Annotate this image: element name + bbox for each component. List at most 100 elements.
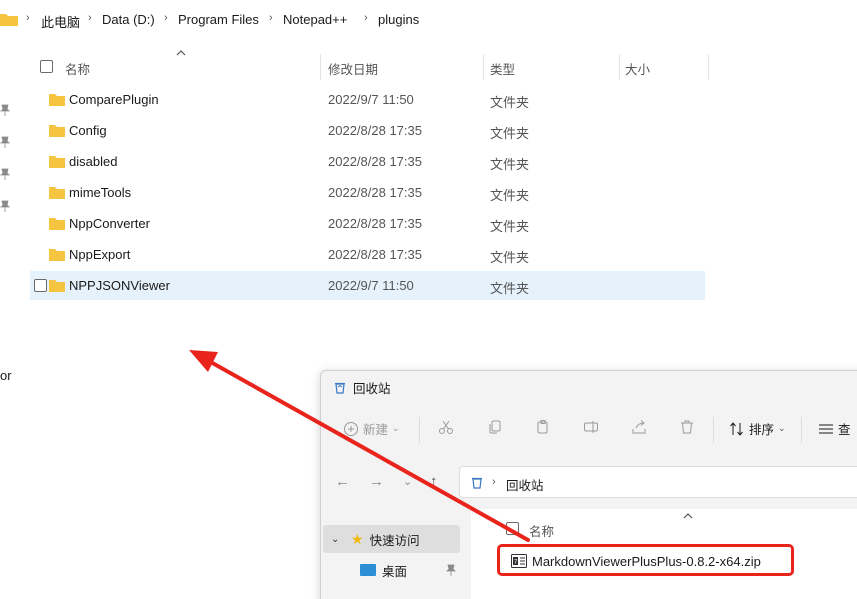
file-type: 文件夹 — [490, 219, 530, 234]
file-row-config[interactable]: Config 2022/8/28 17:35 文件夹 — [30, 116, 705, 145]
pin-icon[interactable] — [0, 200, 10, 212]
sidebar-item-desktop[interactable]: 桌面 — [323, 556, 460, 584]
sort-up-icon — [683, 513, 693, 519]
file-modified: 2022/9/7 11:50 — [328, 92, 414, 107]
file-modified: 2022/8/28 17:35 — [328, 185, 422, 200]
file-row-nppconverter[interactable]: NppConverter 2022/8/28 17:35 文件夹 — [30, 209, 705, 238]
breadcrumb-item-notepadpp[interactable]: Notepad++ — [283, 12, 347, 27]
pin-icon[interactable] — [0, 136, 10, 148]
breadcrumb-item-plugins[interactable]: plugins — [378, 12, 419, 27]
column-divider[interactable] — [483, 54, 484, 80]
window-title: 回收站 — [353, 381, 391, 396]
navigation-pane: ⌄ ★ 快速访问 桌面 — [321, 509, 471, 599]
sort-icon — [730, 421, 743, 436]
folder-icon — [49, 94, 65, 106]
file-name: disabled — [69, 154, 118, 169]
view-list-icon — [819, 424, 833, 433]
pin-icon[interactable] — [0, 104, 10, 116]
file-row-nppexport[interactable]: NppExport 2022/8/28 17:35 文件夹 — [30, 240, 705, 269]
file-name: NppExport — [69, 247, 131, 262]
file-name: mimeTools — [69, 185, 132, 200]
file-type: 文件夹 — [490, 126, 530, 141]
rename-icon[interactable] — [583, 419, 599, 435]
pin-icon[interactable] — [446, 564, 456, 576]
breadcrumb-separator-icon: › — [492, 476, 496, 488]
column-header-name[interactable]: 名称 — [529, 521, 554, 540]
chevron-down-icon[interactable]: ⌄ — [331, 534, 345, 545]
column-header-type[interactable]: 类型 — [490, 59, 515, 78]
nav-pane-item-fragment[interactable]: or — [0, 368, 12, 383]
new-label: 新建 — [363, 423, 389, 437]
view-label: 查 — [838, 423, 851, 437]
sort-up-icon — [176, 50, 186, 56]
back-arrow-icon[interactable]: ← — [335, 473, 350, 490]
breadcrumb-item-this-pc[interactable]: 此电脑 — [41, 12, 80, 31]
up-arrow-icon[interactable]: ↑ — [430, 473, 438, 490]
column-divider[interactable] — [619, 54, 620, 80]
folder-icon — [49, 249, 65, 261]
address-bar[interactable]: › 此电脑 › Data (D:) › Program Files › Note… — [0, 0, 857, 40]
paste-icon[interactable] — [535, 419, 551, 435]
column-header-size[interactable]: 大小 — [625, 59, 650, 78]
file-row-mimetools[interactable]: mimeTools 2022/8/28 17:35 文件夹 — [30, 178, 705, 207]
cut-icon[interactable] — [438, 419, 454, 435]
sidebar-item-label: 桌面 — [382, 564, 408, 579]
toolbar-separator — [419, 417, 420, 443]
file-row-nppjsonviewer[interactable]: NPPJSONViewer 2022/9/7 11:50 文件夹 — [30, 271, 705, 300]
select-all-checkbox[interactable] — [506, 522, 519, 535]
breadcrumb-item-data-drive[interactable]: Data (D:) — [102, 12, 155, 27]
column-divider[interactable] — [320, 54, 321, 80]
breadcrumb-separator-icon: › — [164, 12, 168, 24]
file-type: 文件夹 — [490, 250, 530, 265]
toolbar-separator — [801, 417, 802, 443]
breadcrumb-item-program-files[interactable]: Program Files — [178, 12, 259, 27]
breadcrumb-separator-icon: › — [269, 12, 273, 24]
file-name: NPPJSONViewer — [69, 278, 170, 293]
folder-icon — [0, 14, 18, 26]
plus-circle-icon — [344, 421, 358, 436]
copy-icon[interactable] — [487, 419, 503, 435]
breadcrumb-separator-icon: › — [26, 12, 30, 24]
address-text: 回收站 — [506, 479, 544, 493]
file-modified: 2022/8/28 17:35 — [328, 154, 422, 169]
folder-icon — [49, 125, 65, 137]
sidebar-item-label: 快速访问 — [369, 533, 420, 548]
recycle-bin-icon — [472, 477, 482, 489]
file-type: 文件夹 — [490, 157, 530, 172]
file-name: Config — [69, 123, 107, 138]
view-button[interactable]: 查 — [818, 419, 851, 438]
file-type: 文件夹 — [490, 281, 530, 296]
new-button[interactable]: 新建 ⌄ — [343, 419, 400, 438]
folder-icon — [49, 218, 65, 230]
share-icon[interactable] — [631, 419, 647, 435]
annotation-highlight-box — [497, 544, 794, 576]
column-header-name[interactable]: 名称 — [65, 59, 90, 78]
sort-label: 排序 — [749, 423, 775, 437]
delete-icon[interactable] — [679, 419, 695, 435]
forward-arrow-icon[interactable]: → — [369, 473, 384, 490]
window-title-bar[interactable]: 回收站 — [333, 377, 391, 397]
chevron-down-icon: ⌄ — [778, 423, 786, 433]
breadcrumb-separator-icon: › — [88, 12, 92, 24]
pin-icon[interactable] — [0, 168, 10, 180]
recycle-bin-icon — [335, 382, 345, 394]
column-header-modified[interactable]: 修改日期 — [328, 59, 378, 78]
file-type: 文件夹 — [490, 95, 530, 110]
select-all-checkbox[interactable] — [40, 60, 53, 73]
desktop-icon — [360, 564, 376, 576]
file-modified: 2022/8/28 17:35 — [328, 247, 422, 262]
command-bar: 新建 ⌄ 排序 ⌄ 查 — [321, 405, 857, 453]
file-row-disabled[interactable]: disabled 2022/8/28 17:35 文件夹 — [30, 147, 705, 176]
chevron-down-icon: ⌄ — [392, 423, 400, 433]
file-row-compareplugin[interactable]: ComparePlugin 2022/9/7 11:50 文件夹 — [30, 85, 705, 114]
chevron-down-icon[interactable]: ⌄ — [403, 475, 412, 488]
file-modified: 2022/9/7 11:50 — [328, 278, 414, 293]
file-modified: 2022/8/28 17:35 — [328, 123, 422, 138]
sidebar-item-quick-access[interactable]: ⌄ ★ 快速访问 — [323, 525, 460, 553]
recycle-bin-address-bar[interactable]: › 回收站 ⌄ — [459, 466, 857, 498]
column-divider[interactable] — [708, 54, 709, 80]
file-name: NppConverter — [69, 216, 150, 231]
row-checkbox[interactable] — [34, 279, 47, 292]
sort-button[interactable]: 排序 ⌄ — [729, 419, 786, 438]
star-icon: ★ — [351, 530, 364, 547]
